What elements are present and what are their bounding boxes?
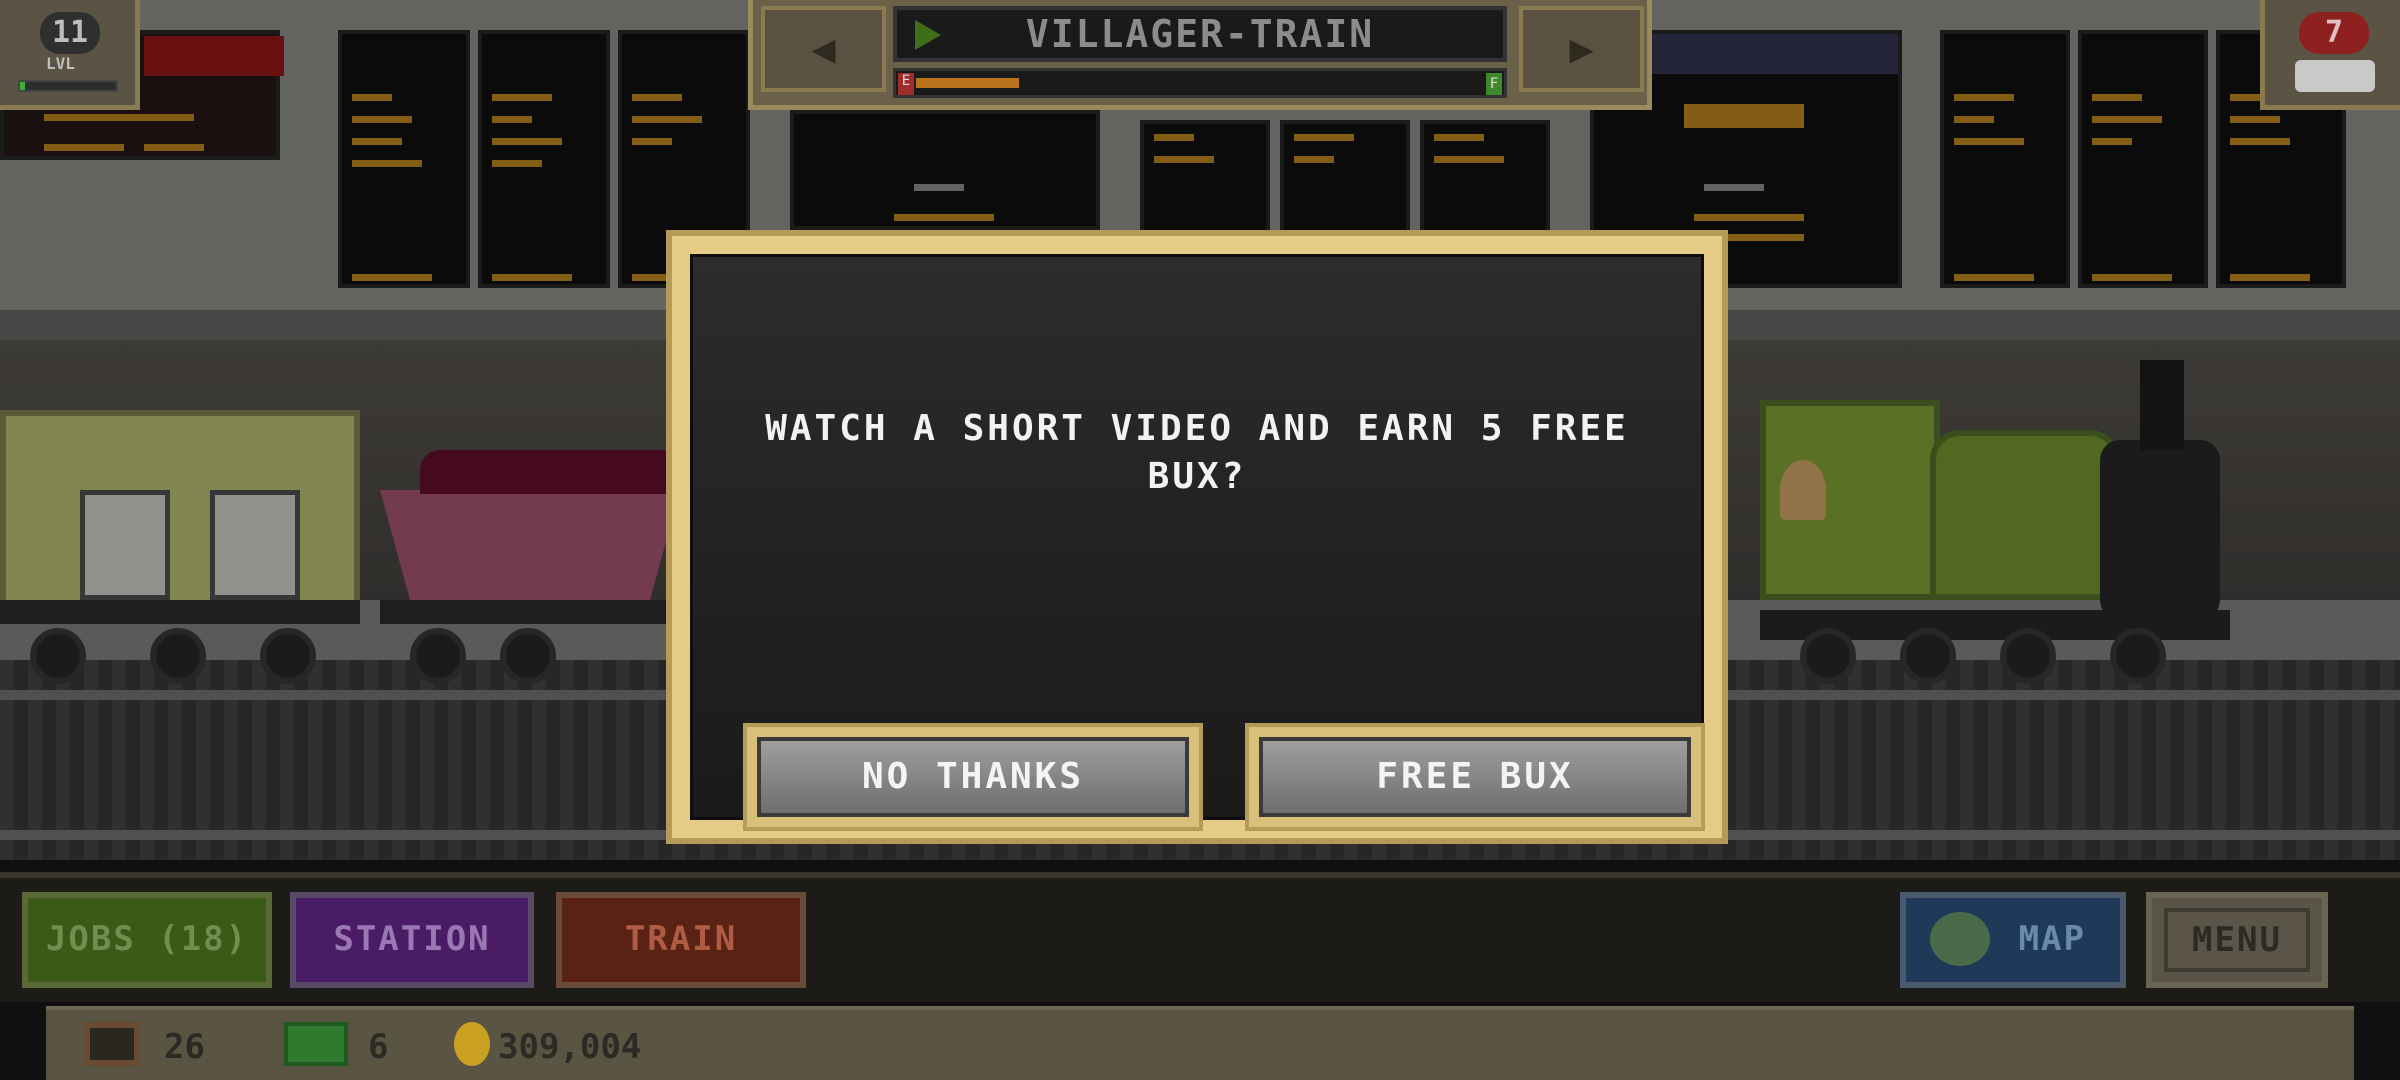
- map-button[interactable]: MAP: [1900, 892, 2126, 988]
- fuel-full-marker: F: [1486, 73, 1502, 95]
- alerts-count: 7: [2299, 12, 2369, 54]
- dialog-message: WATCH A SHORT VIDEO AND EARN 5 FREE BUX?: [765, 408, 1629, 497]
- station-button[interactable]: STATION: [290, 892, 534, 988]
- level-progress-bar: [18, 80, 118, 92]
- level-number: 11: [40, 12, 100, 54]
- free-bux-dialog: WATCH A SHORT VIDEO AND EARN 5 FREE BUX?…: [666, 230, 1728, 844]
- fuel-gauge: E F: [893, 68, 1507, 98]
- train-selector: ◀ VILLAGER-TRAIN E F ▶: [748, 0, 1652, 110]
- crates-count: 26: [164, 1027, 205, 1067]
- bux-count: 6: [368, 1027, 389, 1067]
- free-bux-label: FREE BUX: [1259, 737, 1691, 817]
- prev-train-button[interactable]: ◀: [761, 6, 886, 92]
- resource-bar: 26 6 309,004: [46, 1006, 2354, 1080]
- level-label: LVL: [46, 54, 75, 73]
- no-thanks-button[interactable]: NO THANKS: [743, 723, 1203, 831]
- free-bux-button[interactable]: FREE BUX: [1245, 723, 1705, 831]
- map-label: MAP: [2018, 919, 2086, 959]
- train-icon: [2295, 60, 2375, 92]
- coin-icon: [454, 1022, 490, 1066]
- crate-icon: [84, 1022, 140, 1066]
- train-button[interactable]: TRAIN: [556, 892, 806, 988]
- coins-count: 309,004: [498, 1027, 642, 1067]
- bux-icon: [284, 1022, 348, 1066]
- train-name-panel[interactable]: VILLAGER-TRAIN: [893, 6, 1507, 62]
- jobs-button[interactable]: JOBS (18): [22, 892, 272, 988]
- fuel-level-fill: [916, 78, 1019, 88]
- no-thanks-label: NO THANKS: [757, 737, 1189, 817]
- dialog-body: WATCH A SHORT VIDEO AND EARN 5 FREE BUX?…: [690, 254, 1705, 831]
- level-progress-fill: [20, 82, 25, 90]
- menu-label: MENU: [2164, 908, 2310, 972]
- level-badge[interactable]: 11 LVL: [0, 0, 140, 110]
- next-train-button[interactable]: ▶: [1519, 6, 1644, 92]
- train-name: VILLAGER-TRAIN: [1025, 12, 1375, 56]
- globe-icon: [1930, 912, 1990, 966]
- train-flag-icon: [915, 20, 941, 50]
- train-alerts-badge[interactable]: 7: [2260, 0, 2400, 110]
- fuel-empty-marker: E: [898, 73, 914, 95]
- menu-button[interactable]: MENU: [2146, 892, 2328, 988]
